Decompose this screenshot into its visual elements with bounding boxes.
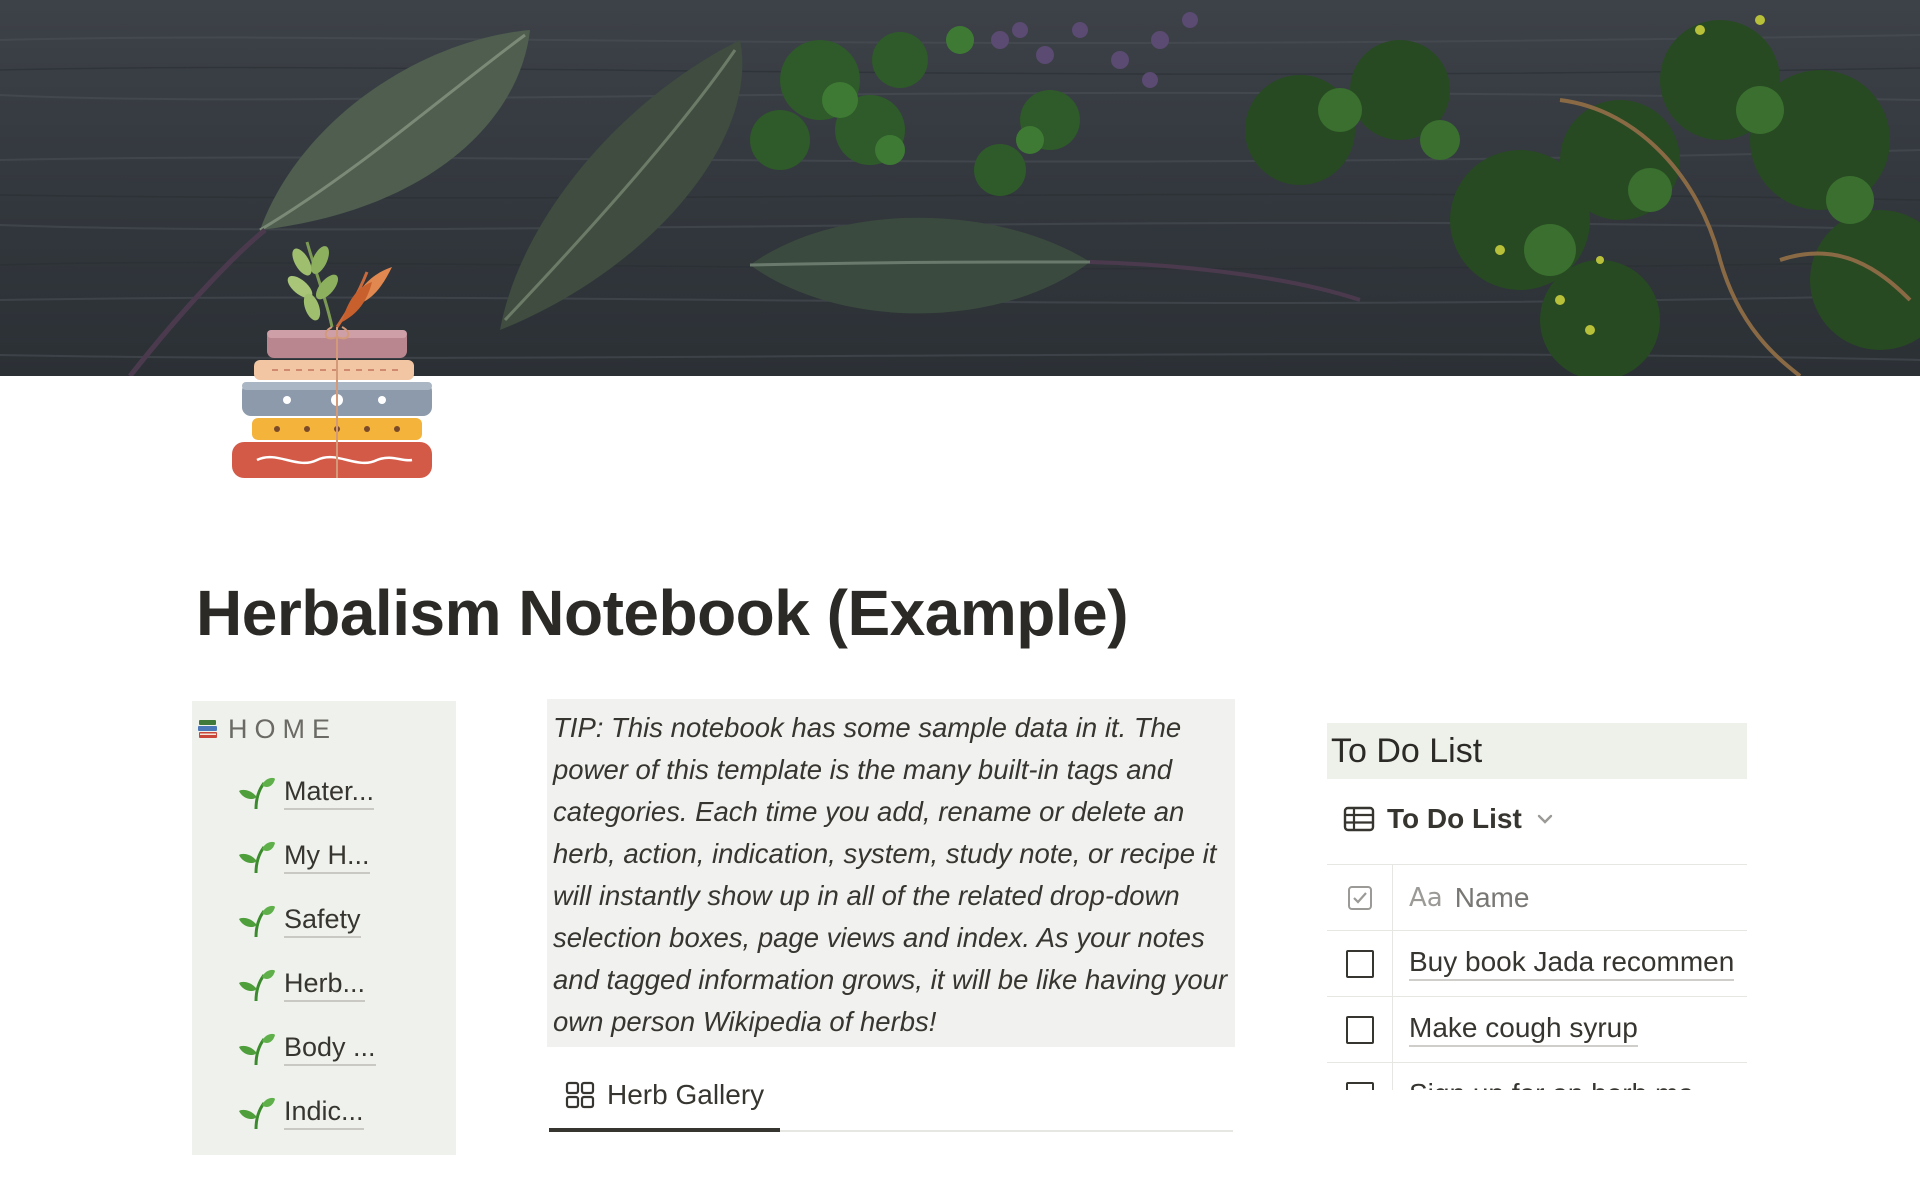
task-checkbox[interactable] <box>1345 1015 1374 1044</box>
sprout-icon <box>239 905 275 938</box>
table-row: Buy book Jada recommen <box>1327 930 1747 996</box>
table-icon <box>1343 806 1375 832</box>
name-cell: Buy book Jada recommen <box>1409 931 1735 996</box>
home-heading-label: HOME <box>228 713 337 744</box>
name-cell: Sign up for an herb ma <box>1409 1063 1694 1090</box>
todo-table: Aa Name Buy book Jada recommen Make coug… <box>1327 864 1747 1090</box>
gallery-grid-icon <box>565 1081 595 1109</box>
sprout-icon <box>239 1097 275 1130</box>
home-nav: HOME Mater... My H... Safety Herb... Bod… <box>192 701 456 1155</box>
task-name[interactable]: Make cough syrup <box>1409 1012 1638 1047</box>
nav-item-label: Herb... <box>284 968 366 1002</box>
nav-item-label: Safety <box>284 904 361 938</box>
checkbox-cell <box>1327 997 1393 1062</box>
sprout-icon <box>239 841 275 874</box>
nav-item-safety[interactable]: Safety <box>238 889 376 953</box>
sprout-icon <box>239 777 275 810</box>
nav-item-label: Mater... <box>284 776 375 810</box>
checkbox-cell <box>1327 1063 1393 1090</box>
chevron-down-icon <box>1537 814 1552 824</box>
name-column-label: Name <box>1454 881 1530 913</box>
sprout-icon <box>239 969 275 1002</box>
table-row: Make cough syrup <box>1327 996 1747 1062</box>
tip-callout[interactable]: TIP: This notebook has some sample data … <box>547 699 1235 1047</box>
tab-label: Herb Gallery <box>607 1079 765 1110</box>
name-cell: Make cough syrup <box>1409 997 1638 1062</box>
checkbox-property-icon <box>1347 885 1372 910</box>
nav-item-body-systems[interactable]: Body ... <box>238 1017 376 1081</box>
todo-heading: To Do List <box>1331 731 1483 770</box>
nav-item-my-herbs[interactable]: My H... <box>238 825 376 889</box>
home-nav-list: Mater... My H... Safety Herb... Body ...… <box>238 761 376 1145</box>
gallery-view-tabs: Herb Gallery <box>549 1062 1233 1132</box>
name-column-header[interactable]: Aa Name <box>1409 865 1529 930</box>
nav-item-label: Indic... <box>284 1096 364 1130</box>
books-icon <box>198 720 217 738</box>
task-name[interactable]: Sign up for an herb ma <box>1409 1078 1694 1090</box>
task-name[interactable]: Buy book Jada recommen <box>1409 946 1735 981</box>
nav-item-herb[interactable]: Herb... <box>238 953 376 1017</box>
nav-item-materia-medica[interactable]: Mater... <box>238 761 376 825</box>
task-checkbox[interactable] <box>1345 1081 1374 1090</box>
nav-item-label: My H... <box>284 840 370 874</box>
text-property-icon: Aa <box>1409 882 1443 913</box>
nav-item-label: Body ... <box>284 1032 376 1066</box>
todo-view-switcher[interactable]: To Do List <box>1343 803 1556 835</box>
home-heading: HOME <box>196 713 337 745</box>
checkbox-cell <box>1327 931 1393 996</box>
task-checkbox[interactable] <box>1345 949 1374 978</box>
table-header-row: Aa Name <box>1327 864 1747 930</box>
table-row: Sign up for an herb ma <box>1327 1062 1747 1090</box>
sprout-icon <box>239 1033 275 1066</box>
nav-item-indications[interactable]: Indic... <box>238 1081 376 1145</box>
checkbox-column-header[interactable] <box>1327 865 1393 930</box>
todo-view-label: To Do List <box>1387 803 1522 834</box>
todo-heading-block[interactable]: To Do List <box>1327 723 1747 779</box>
books-with-herbs-icon <box>232 232 442 482</box>
tip-text: TIP: This notebook has some sample data … <box>553 712 1228 1037</box>
page-title[interactable]: Herbalism Notebook (Example) <box>196 576 1129 650</box>
tab-herb-gallery[interactable]: Herb Gallery <box>549 1062 781 1132</box>
